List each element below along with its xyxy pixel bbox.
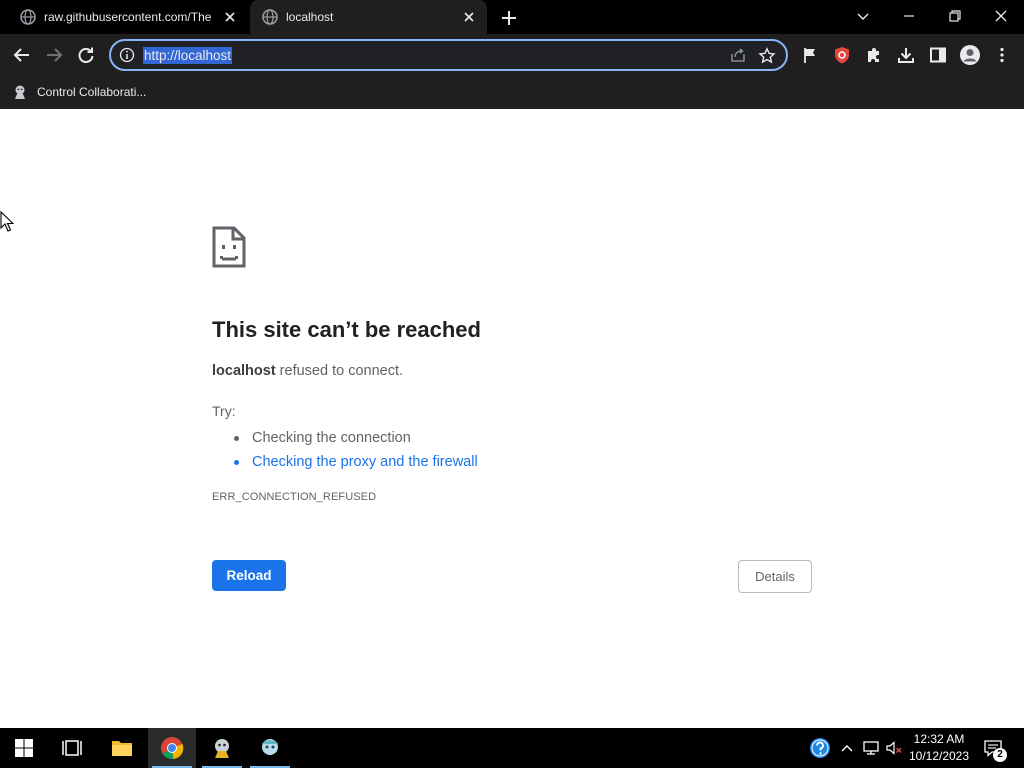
suggestions-list: Checking the connection Checking the pro…	[234, 426, 478, 474]
notification-count-badge: 2	[993, 748, 1007, 762]
suggestion-check-proxy-firewall-link[interactable]: Checking the proxy and the firewall	[234, 450, 478, 474]
sad-page-icon	[212, 226, 246, 268]
file-explorer-button[interactable]	[98, 728, 146, 768]
suggestion-check-connection: Checking the connection	[234, 426, 478, 450]
app-button-2[interactable]	[246, 728, 294, 768]
close-window-icon[interactable]	[991, 6, 1011, 26]
globe-icon	[20, 9, 36, 25]
tab-title: raw.githubusercontent.com/The	[44, 10, 212, 24]
bookmarks-bar: Control Collaborati...	[0, 76, 1024, 109]
bookmark-star-icon[interactable]	[758, 47, 776, 65]
tab-raw-githubusercontent[interactable]: raw.githubusercontent.com/The	[8, 0, 248, 34]
reload-icon[interactable]	[76, 45, 96, 65]
back-arrow-icon[interactable]	[12, 45, 32, 65]
app-icon-1	[215, 739, 229, 758]
bookmark-app-icon	[15, 85, 25, 99]
profile-avatar-icon[interactable]	[959, 44, 981, 66]
clock-date: 10/12/2023	[908, 749, 970, 763]
system-clock[interactable]: 12:32 AM 10/12/2023	[905, 731, 973, 765]
clock-time: 12:32 AM	[913, 732, 965, 746]
close-tab-icon[interactable]	[222, 9, 238, 25]
network-icon[interactable]	[861, 738, 881, 758]
info-icon[interactable]	[119, 47, 135, 63]
error-title: This site can’t be reached	[212, 317, 481, 342]
file-explorer-icon	[112, 741, 132, 756]
browser-window-frame: raw.githubusercontent.com/The localhost	[0, 0, 1024, 109]
help-icon[interactable]	[809, 737, 831, 759]
extensions-puzzle-icon[interactable]	[864, 45, 884, 65]
minimize-icon[interactable]	[899, 6, 919, 26]
tab-localhost[interactable]: localhost	[250, 0, 487, 34]
volume-muted-icon[interactable]	[884, 738, 904, 758]
close-tab-icon[interactable]	[461, 9, 477, 25]
address-bar[interactable]: http://localhost	[109, 39, 788, 71]
chrome-taskbar-button[interactable]	[148, 728, 196, 768]
start-icon	[15, 739, 33, 757]
error-description-text: refused to connect.	[275, 363, 404, 379]
reload-button[interactable]: Reload	[212, 560, 286, 591]
share-icon[interactable]	[730, 47, 746, 63]
chrome-icon	[161, 737, 184, 760]
bookmark-label: Control Collaborati...	[37, 85, 147, 99]
browser-toolbar: http://localhost	[0, 34, 1024, 76]
error-page	[0, 109, 1024, 728]
error-host: localhost	[212, 363, 276, 379]
app-icon-2	[262, 739, 278, 755]
tab-strip: raw.githubusercontent.com/The localhost	[0, 0, 1024, 34]
shield-extension-icon[interactable]	[832, 45, 852, 65]
restore-icon[interactable]	[945, 6, 965, 26]
side-panel-icon[interactable]	[928, 45, 948, 65]
task-view-icon	[62, 740, 82, 756]
url-text[interactable]: http://localhost	[143, 47, 233, 64]
task-view-button[interactable]	[48, 728, 96, 768]
tab-title: localhost	[286, 10, 334, 24]
start-button[interactable]	[0, 728, 48, 768]
more-menu-icon[interactable]	[992, 45, 1012, 65]
error-description: localhost refused to connect.	[212, 363, 403, 379]
globe-icon	[262, 9, 278, 25]
new-tab-plus-icon[interactable]	[499, 8, 519, 28]
details-button[interactable]: Details	[738, 560, 812, 593]
error-code: ERR_CONNECTION_REFUSED	[212, 491, 377, 503]
download-icon[interactable]	[896, 45, 916, 65]
flag-icon[interactable]	[800, 45, 820, 65]
bookmark-control-collaboration[interactable]: Control Collaborati...	[12, 81, 146, 103]
try-label: Try:	[212, 403, 236, 419]
forward-arrow-icon[interactable]	[44, 45, 64, 65]
windows-taskbar: 12:32 AM 10/12/2023 2	[0, 728, 1024, 768]
chevron-up-icon[interactable]	[837, 738, 857, 758]
app-button-1[interactable]	[198, 728, 246, 768]
tab-search-chevron-icon[interactable]	[853, 6, 873, 26]
mouse-cursor-icon	[0, 211, 14, 232]
